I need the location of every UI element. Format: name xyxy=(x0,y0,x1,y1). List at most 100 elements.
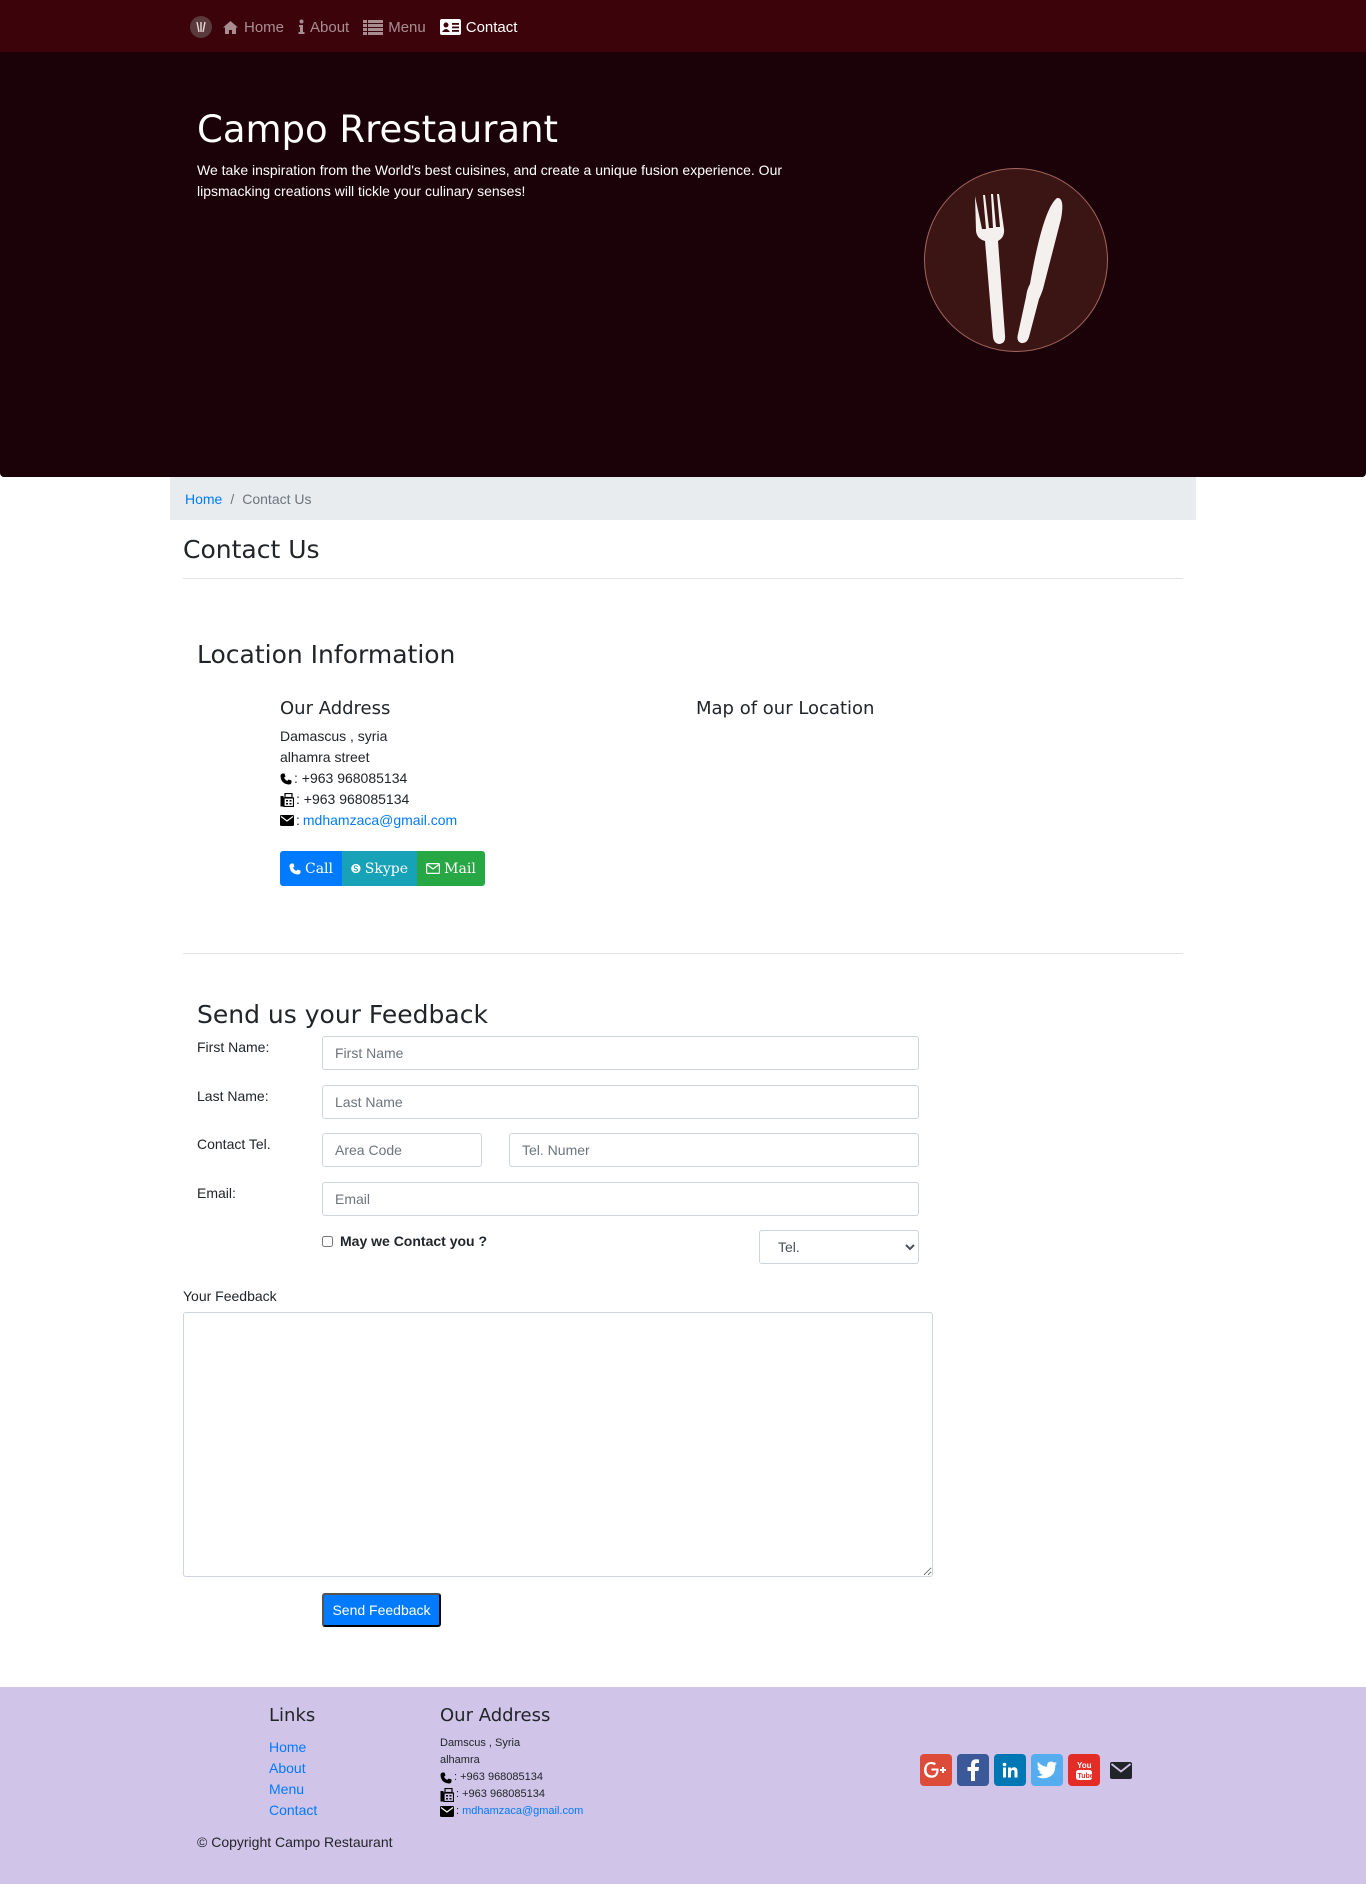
address-heading: Our Address xyxy=(280,698,391,719)
contact-permission: May we Contact you ? xyxy=(322,1233,487,1249)
address-phone-text: : +963 968085134 xyxy=(294,770,408,786)
email-input[interactable] xyxy=(322,1182,919,1216)
social-links: You Tube xyxy=(920,1754,1142,1786)
footer-address-line-2: alhamra xyxy=(440,1754,480,1766)
footer-fax: : +963 968085134 xyxy=(440,1786,583,1803)
page-title: Contact Us xyxy=(183,535,320,564)
contact-button-group: Call Skype Mail xyxy=(280,851,485,886)
nav-menu-label: Menu xyxy=(388,18,426,36)
nav-contact-label: Contact xyxy=(465,18,518,36)
footer-link-home[interactable]: Home xyxy=(269,1737,317,1758)
fax-icon xyxy=(280,792,294,807)
feedback-textarea[interactable] xyxy=(183,1312,933,1577)
address-email-prefix: : xyxy=(296,812,300,828)
call-button-label: Call xyxy=(304,860,333,877)
info-icon xyxy=(298,19,305,34)
first-name-input[interactable] xyxy=(322,1036,919,1070)
linkedin-icon[interactable] xyxy=(994,1754,1026,1786)
svg-text:Tube: Tube xyxy=(1078,1773,1094,1780)
phone-icon xyxy=(280,773,292,784)
footer-address-heading: Our Address xyxy=(440,1705,551,1726)
feedback-heading: Send us your Feedback xyxy=(197,1000,488,1029)
nav-menu[interactable]: Menu xyxy=(363,19,426,36)
envelope-icon[interactable] xyxy=(1105,1754,1137,1786)
hero-title: Campo Rrestaurant xyxy=(197,108,559,151)
youtube-icon[interactable]: You Tube xyxy=(1068,1754,1100,1786)
divider xyxy=(183,953,1183,954)
location-heading: Location Information xyxy=(197,640,456,669)
footer: Links Home About Menu Contact Our Addres… xyxy=(0,1687,1366,1884)
mail-button-label: Mail xyxy=(444,860,476,877)
address-email-link[interactable]: mdhamzaca@gmail.com xyxy=(303,810,457,831)
navbar: Home About Menu Contact xyxy=(0,0,1366,52)
address-line-2: alhamra street xyxy=(280,749,370,765)
footer-email-link[interactable]: mdhamzaca@gmail.com xyxy=(462,1803,583,1820)
nav-about-label: About xyxy=(310,18,350,36)
facebook-icon[interactable] xyxy=(957,1754,989,1786)
google-plus-icon[interactable] xyxy=(920,1754,952,1786)
brand-logo[interactable] xyxy=(190,16,212,38)
footer-phone-text: : +963 968085134 xyxy=(454,1771,544,1783)
contact-tel-label: Contact Tel. xyxy=(197,1136,271,1152)
feedback-label: Your Feedback xyxy=(183,1288,277,1304)
breadcrumb: Home / Contact Us xyxy=(170,477,1196,520)
nav-home-label: Home xyxy=(244,18,285,36)
last-name-label: Last Name: xyxy=(197,1088,269,1104)
tel-number-input[interactable] xyxy=(509,1133,919,1167)
footer-fax-text: : +963 968085134 xyxy=(456,1788,546,1800)
home-icon xyxy=(223,20,238,34)
envelope-icon xyxy=(426,863,441,874)
first-name-label: First Name: xyxy=(197,1039,270,1055)
footer-link-contact[interactable]: Contact xyxy=(269,1800,317,1821)
skype-button-label: Skype xyxy=(364,860,408,877)
address-phone: : +963 968085134 xyxy=(280,768,457,789)
mail-button[interactable]: Mail xyxy=(417,851,485,886)
contact-permission-checkbox[interactable] xyxy=(322,1235,333,1247)
skype-button[interactable]: Skype xyxy=(342,851,417,886)
breadcrumb-separator: / xyxy=(230,490,235,507)
svg-text:You: You xyxy=(1077,1761,1092,1770)
envelope-icon xyxy=(280,815,294,826)
nav-contact[interactable]: Contact xyxy=(439,18,518,36)
address-card-icon xyxy=(439,19,461,35)
divider xyxy=(183,578,1183,579)
list-icon xyxy=(363,19,384,35)
nav-about[interactable]: About xyxy=(298,19,349,36)
phone-icon xyxy=(440,1772,452,1783)
footer-links: Home About Menu Contact xyxy=(269,1737,317,1821)
last-name-input[interactable] xyxy=(322,1085,919,1119)
copyright: © Copyright Campo Restaurant xyxy=(197,1834,393,1850)
hero-text: We take inspiration from the World's bes… xyxy=(197,162,783,199)
contact-permission-label: May we Contact you ? xyxy=(340,1233,488,1249)
hero-banner: Campo Rrestaurant We take inspiration fr… xyxy=(0,52,1366,477)
contact-method-select[interactable]: Tel. xyxy=(759,1230,919,1264)
address-fax-text: : +963 968085134 xyxy=(296,791,410,807)
footer-link-about[interactable]: About xyxy=(269,1758,317,1779)
nav-home[interactable]: Home xyxy=(222,19,284,36)
fax-icon xyxy=(440,1787,454,1802)
footer-link-menu[interactable]: Menu xyxy=(269,1779,317,1800)
send-feedback-button[interactable]: Send Feedback xyxy=(322,1593,441,1627)
email-label: Email: xyxy=(197,1185,236,1201)
address-fax: : +963 968085134 xyxy=(280,789,457,810)
footer-address-line-1: Damscus , Syria xyxy=(440,1737,521,1749)
breadcrumb-home[interactable]: Home xyxy=(185,491,222,507)
address-block: Damascus , syria alhamra street : +963 9… xyxy=(280,726,457,831)
footer-address: Damscus , Syria alhamra : +963 968085134… xyxy=(440,1735,583,1820)
envelope-icon xyxy=(440,1806,454,1817)
skype-icon xyxy=(351,863,361,874)
footer-email-prefix: : xyxy=(456,1805,460,1817)
footer-phone: : +963 968085134 xyxy=(440,1769,583,1786)
breadcrumb-current: Contact Us xyxy=(242,490,312,507)
nav-items: Home About Menu Contact xyxy=(190,16,531,38)
restaurant-logo xyxy=(924,168,1108,352)
address-email: : mdhamzaca@gmail.com xyxy=(280,810,457,831)
address-line-1: Damascus , syria xyxy=(280,728,388,744)
footer-email: : mdhamzaca@gmail.com xyxy=(440,1803,583,1820)
fork-knife-icon xyxy=(975,194,1063,344)
call-button[interactable]: Call xyxy=(280,851,342,886)
area-code-input[interactable] xyxy=(322,1133,482,1167)
twitter-icon[interactable] xyxy=(1031,1754,1063,1786)
logo-icon xyxy=(196,21,206,33)
map-heading: Map of our Location xyxy=(696,698,875,719)
